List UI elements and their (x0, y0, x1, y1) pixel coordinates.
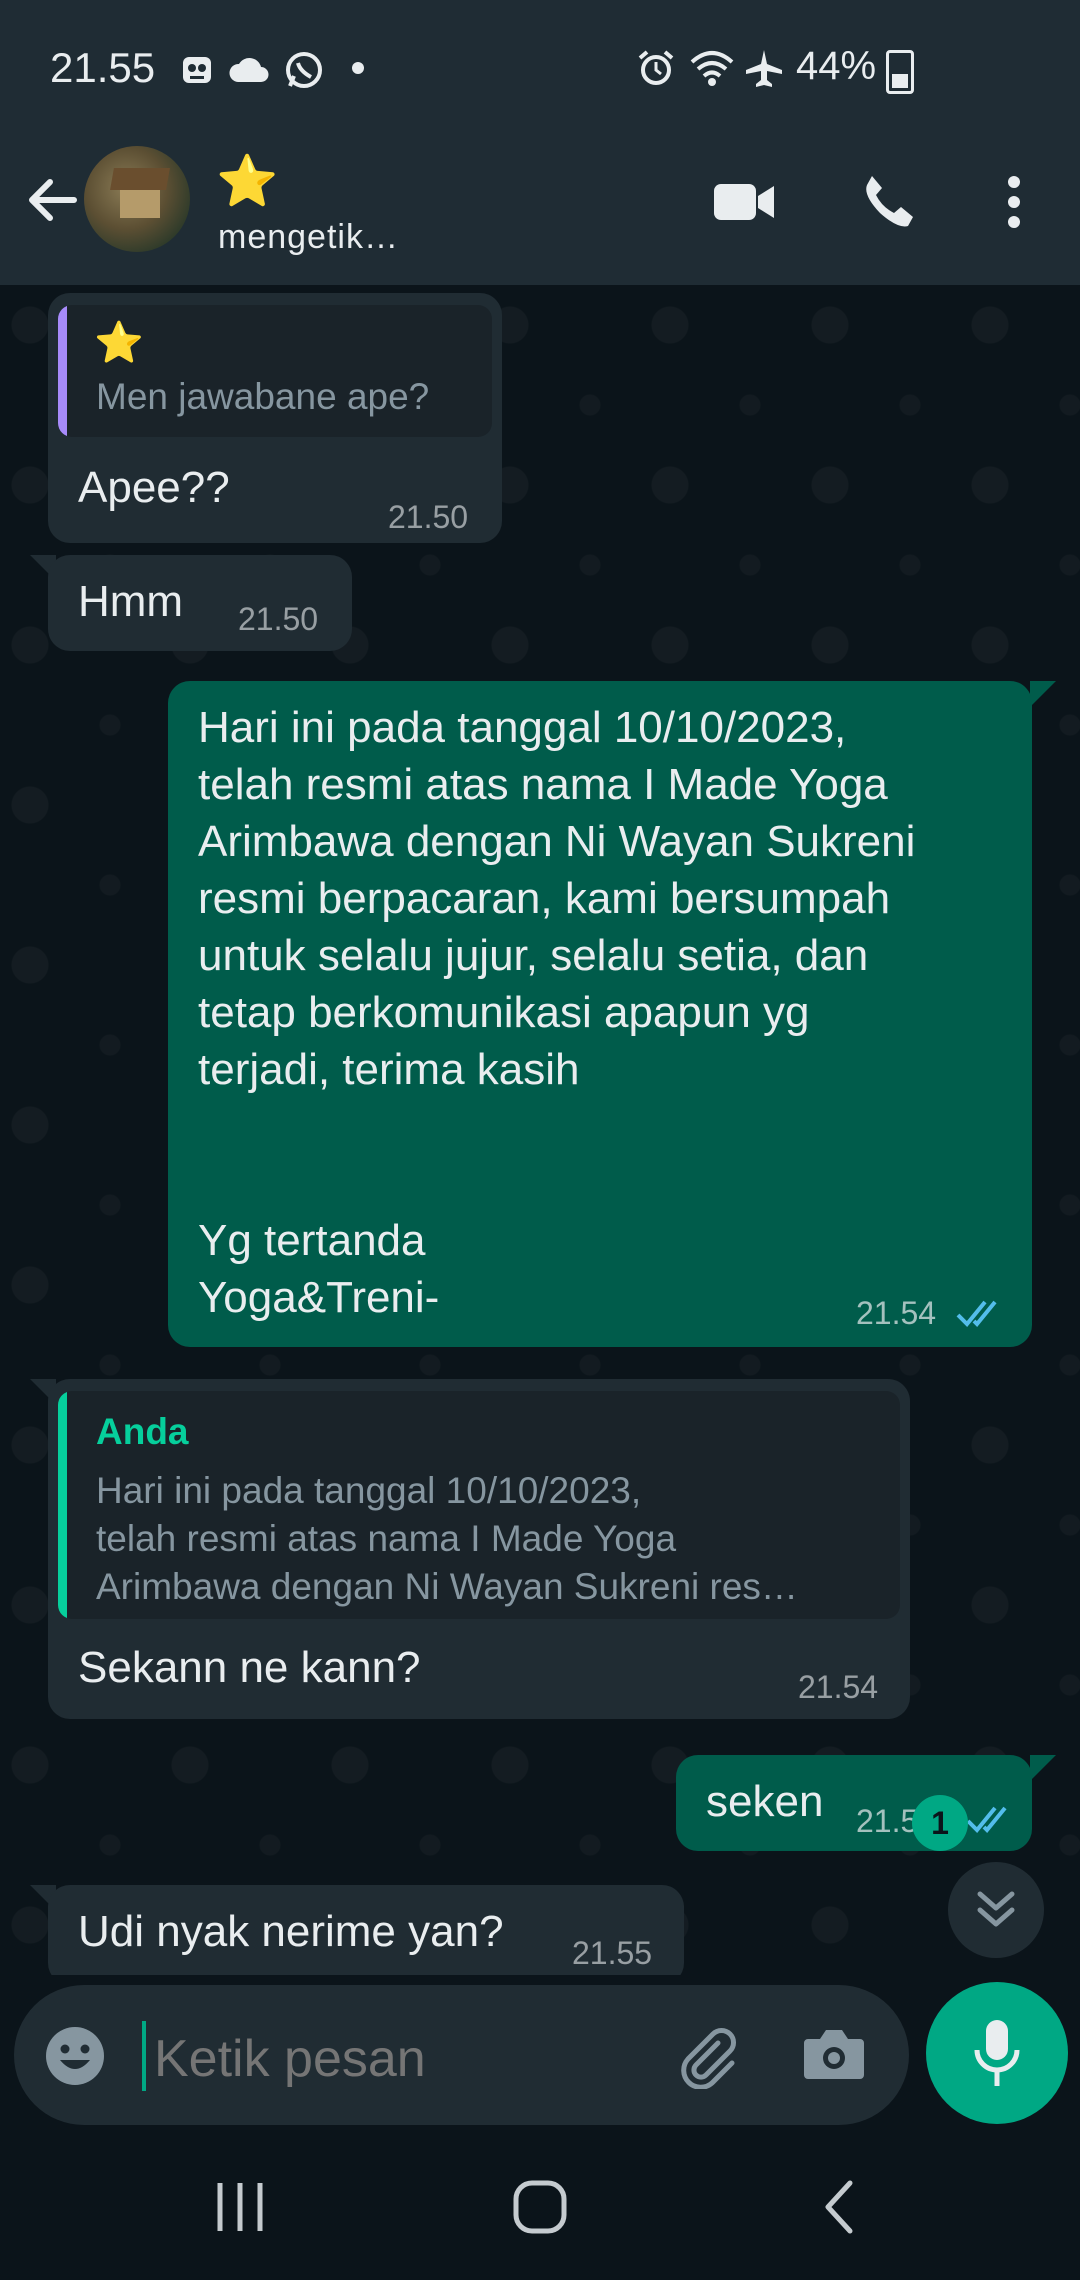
outgoing-message[interactable]: seken 21.5 (676, 1755, 1032, 1851)
message-text: seken (706, 1777, 824, 1826)
alarm-icon (638, 50, 674, 85)
battery-percent: 44% (796, 44, 877, 88)
text-cursor (142, 2021, 146, 2091)
incoming-message[interactable]: Hmm 21.50 (48, 555, 352, 651)
incoming-message[interactable]: Anda Hari ini pada tanggal 10/10/2023, t… (48, 1379, 910, 1719)
message-time: 21.54 (856, 1295, 937, 1331)
bubble-tail (1030, 1755, 1056, 1781)
quote-bar (58, 1391, 67, 1619)
emoji-icon[interactable] (44, 2025, 106, 2087)
airplane-icon (746, 50, 782, 87)
dot-icon (352, 62, 364, 74)
bubble-tail (1030, 681, 1056, 707)
message-composer (14, 1985, 909, 2125)
chat-messages-area[interactable]: ⭐ Men jawabane ape? Apee?? 21.50 Hmm 21.… (0, 285, 1080, 1975)
recent-apps-icon[interactable] (212, 2177, 268, 2237)
quote-bar (58, 305, 67, 437)
message-time: 21.55 (572, 1935, 653, 1971)
incoming-message[interactable]: Udi nyak nerime yan? 21.55 (48, 1885, 684, 1975)
contact-avatar[interactable] (84, 146, 190, 252)
scroll-to-bottom-button[interactable] (948, 1862, 1044, 1958)
voice-call-icon[interactable] (858, 172, 918, 232)
message-text: Sekann ne kann? (78, 1643, 421, 1692)
outgoing-message[interactable]: Hari ini pada tanggal 10/10/2023, telah … (168, 681, 1032, 1347)
contact-name[interactable]: ⭐ (216, 152, 278, 211)
unread-count-badge[interactable]: 1 (912, 1795, 968, 1851)
quote-sender: Anda (96, 1411, 189, 1452)
back-nav-icon[interactable] (818, 2177, 858, 2237)
message-text: Hmm (78, 577, 184, 626)
system-navigation-bar (0, 2135, 1080, 2280)
message-time: 21.50 (238, 601, 319, 637)
message-text: Apee?? (78, 463, 230, 512)
microphone-icon (974, 2020, 1020, 2086)
home-icon[interactable] (510, 2177, 570, 2237)
chat-header: ⭐ mengetik… (0, 140, 1080, 285)
double-chevron-down-icon (977, 1891, 1015, 1927)
video-call-icon[interactable] (712, 180, 776, 224)
status-bar: 21.55 44% (0, 0, 1080, 140)
battery-icon (886, 50, 914, 94)
whatsapp-icon (286, 52, 322, 88)
typing-status: mengetik… (218, 218, 399, 256)
cloud-icon (229, 58, 269, 82)
voice-message-button[interactable] (926, 1982, 1068, 2124)
message-text: Udi nyak nerime yan? (78, 1907, 504, 1956)
message-input[interactable] (154, 2029, 654, 2089)
quoted-message[interactable]: ⭐ Men jawabane ape? (58, 305, 492, 437)
message-time: 21.54 (798, 1669, 879, 1705)
status-time: 21.55 (50, 44, 156, 91)
message-text: Hari ini pada tanggal 10/10/2023, telah … (198, 703, 916, 1322)
message-time: 21.5 (856, 1803, 919, 1839)
attach-icon[interactable] (674, 2023, 740, 2089)
message-time: 21.50 (388, 499, 469, 535)
camera-icon[interactable] (802, 2025, 866, 2081)
notification-icon (183, 57, 211, 83)
read-ticks-icon (966, 1806, 1007, 1833)
incoming-message[interactable]: ⭐ Men jawabane ape? Apee?? 21.50 (48, 293, 502, 543)
quote-text: Hari ini pada tanggal 10/10/2023, telah … (96, 1470, 798, 1607)
wifi-icon (690, 51, 734, 86)
more-options-icon[interactable] (1000, 174, 1028, 230)
back-arrow-icon[interactable] (22, 170, 82, 230)
quote-sender: ⭐ (94, 321, 144, 365)
read-ticks-icon (956, 1300, 997, 1327)
quoted-message[interactable]: Anda Hari ini pada tanggal 10/10/2023, t… (58, 1391, 900, 1619)
quote-text: Men jawabane ape? (96, 376, 430, 417)
